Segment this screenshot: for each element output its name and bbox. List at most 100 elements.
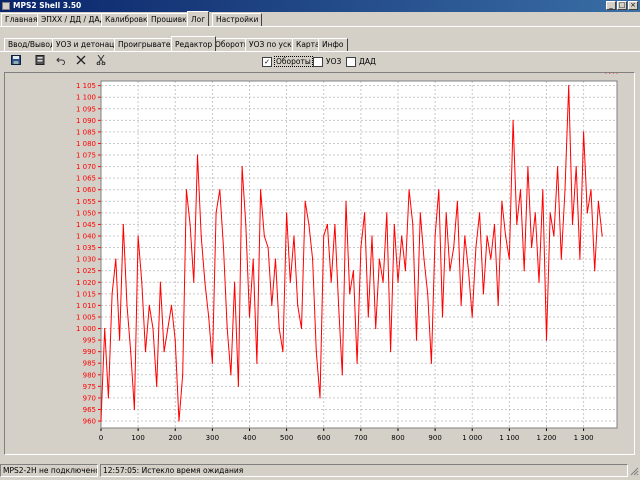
checkbox-uoz[interactable]: УОЗ bbox=[313, 56, 341, 67]
x-tick-label: 400 bbox=[243, 434, 256, 442]
tab-main[interactable]: Главная bbox=[1, 13, 42, 26]
minimize-icon[interactable]: _ bbox=[606, 1, 616, 10]
x-tick-label: 600 bbox=[317, 434, 330, 442]
rpm-data-point bbox=[597, 200, 600, 202]
tab-uoz-accel[interactable]: УОЗ по уск. bbox=[245, 38, 299, 51]
checkbox-dad[interactable]: ДАД bbox=[346, 56, 376, 67]
rpm-data-point bbox=[226, 327, 228, 330]
rpm-data-point bbox=[497, 304, 499, 306]
y-tick-label: 1 005 bbox=[76, 313, 96, 321]
y-tick-label: 975 bbox=[83, 383, 96, 391]
y-tick-label: 1 070 bbox=[76, 163, 96, 171]
y-tick-label: 1 025 bbox=[76, 267, 96, 275]
rpm-data-point bbox=[304, 200, 306, 202]
rpm-data-point bbox=[352, 270, 355, 272]
rpm-data-point bbox=[152, 327, 154, 330]
rpm-data-point bbox=[349, 293, 351, 295]
open-icon[interactable] bbox=[33, 55, 47, 68]
rpm-chart[interactable]: 960 965 970 975 980 985 990 995 1 000 1 005 1 010 1… bbox=[5, 73, 634, 454]
rpm-data-point bbox=[115, 258, 117, 260]
rpm-data-point bbox=[219, 189, 221, 191]
save-icon[interactable] bbox=[9, 55, 23, 68]
checkbox-rpm-box[interactable]: ✓ bbox=[262, 57, 272, 67]
tab-io[interactable]: Ввод/Вывод bbox=[4, 38, 60, 51]
maximize-icon[interactable]: □ bbox=[617, 1, 627, 10]
rpm-data-point bbox=[527, 165, 529, 168]
sub-tab-bar: Ввод/Вывод УОЗ и детонация Проигрыватель… bbox=[0, 36, 640, 51]
rpm-data-point bbox=[297, 304, 299, 306]
x-tick-label: 1 000 bbox=[462, 434, 482, 442]
rpm-data-point bbox=[163, 351, 165, 353]
rpm-data-point bbox=[601, 235, 603, 237]
rpm-data-point bbox=[178, 420, 180, 422]
rpm-data-point bbox=[505, 235, 507, 237]
delete-icon[interactable] bbox=[74, 55, 88, 68]
tab-editor[interactable]: Редактор bbox=[171, 36, 217, 51]
resize-grip-icon[interactable] bbox=[629, 466, 639, 476]
y-tick-label: 1 015 bbox=[76, 290, 96, 298]
rpm-data-point bbox=[196, 154, 199, 156]
rpm-data-point bbox=[479, 212, 481, 214]
tab-info[interactable]: Инфо bbox=[318, 38, 348, 51]
rpm-data-point bbox=[363, 212, 366, 214]
rpm-data-point bbox=[456, 200, 458, 202]
y-tick-label: 1 080 bbox=[76, 140, 96, 148]
rpm-data-point bbox=[519, 189, 522, 191]
connection-status: MPS2-2H не подключено bbox=[0, 464, 98, 477]
rpm-data-point bbox=[107, 397, 110, 399]
tab-settings[interactable]: Настройки bbox=[212, 13, 263, 26]
main-tab-bar: Главная ЭПХХ / ДД / ДАД Калибровки Проши… bbox=[0, 11, 640, 26]
rpm-data-point bbox=[323, 235, 325, 237]
rpm-data-point bbox=[482, 293, 484, 295]
status-message: 12:57:05: Истекло время ожидания bbox=[100, 464, 628, 477]
rpm-data-point bbox=[367, 316, 369, 318]
y-tick-label: 995 bbox=[83, 337, 96, 345]
checkbox-rpm[interactable]: ✓ Обороты bbox=[262, 56, 313, 67]
rpm-data-point bbox=[360, 246, 362, 249]
rpm-data-point bbox=[286, 212, 288, 214]
rpm-data-point bbox=[222, 246, 225, 249]
status-bar: MPS2-2H не подключено 12:57:05: Истекло … bbox=[0, 463, 640, 478]
rpm-data-point bbox=[185, 189, 187, 191]
rpm-data-point bbox=[289, 281, 291, 283]
rpm-data-point bbox=[271, 304, 273, 306]
undo-icon[interactable] bbox=[54, 55, 68, 68]
y-tick-label: 1 085 bbox=[76, 128, 96, 136]
title-bar: MPS2 Shell 3.50 _ □ × bbox=[0, 0, 640, 12]
main-tab-divider bbox=[0, 26, 640, 27]
rpm-data-point bbox=[386, 212, 388, 214]
rpm-data-point bbox=[608, 73, 611, 74]
checkbox-dad-box[interactable] bbox=[346, 57, 356, 67]
checkbox-uoz-label: УОЗ bbox=[326, 57, 342, 66]
close-icon[interactable]: × bbox=[628, 1, 638, 10]
y-tick-label: 990 bbox=[83, 348, 96, 356]
rpm-data-point bbox=[523, 270, 525, 272]
y-tick-label: 1 010 bbox=[76, 302, 96, 310]
rpm-data-point bbox=[475, 246, 477, 249]
rpm-data-point bbox=[534, 212, 536, 214]
checkbox-uoz-box[interactable] bbox=[313, 57, 323, 67]
rpm-data-point bbox=[237, 385, 239, 387]
plot-area bbox=[101, 81, 617, 428]
rpm-data-point bbox=[337, 304, 340, 306]
tab-log[interactable]: Лог bbox=[187, 11, 210, 26]
rpm-data-point bbox=[557, 165, 559, 168]
rpm-data-point bbox=[148, 304, 150, 306]
y-tick-label: 1 055 bbox=[76, 198, 96, 206]
x-tick-label: 1 200 bbox=[536, 434, 556, 442]
y-tick-label: 1 035 bbox=[76, 244, 96, 252]
rpm-data-point bbox=[215, 212, 217, 214]
y-tick-label: 1 045 bbox=[76, 221, 96, 229]
rpm-data-point bbox=[308, 223, 310, 226]
cut-icon[interactable] bbox=[94, 54, 108, 68]
x-tick-label: 300 bbox=[206, 434, 219, 442]
rpm-data-point bbox=[167, 327, 169, 330]
rpm-data-point bbox=[464, 235, 466, 237]
rpm-data-point bbox=[137, 235, 139, 237]
y-tick-label: 1 095 bbox=[76, 105, 96, 113]
tab-ephh[interactable]: ЭПХХ / ДД / ДАД bbox=[37, 13, 110, 26]
y-tick-label: 980 bbox=[83, 371, 96, 379]
rpm-data-point bbox=[605, 73, 607, 74]
rpm-data-point bbox=[612, 73, 614, 74]
x-tick-label: 100 bbox=[131, 434, 144, 442]
